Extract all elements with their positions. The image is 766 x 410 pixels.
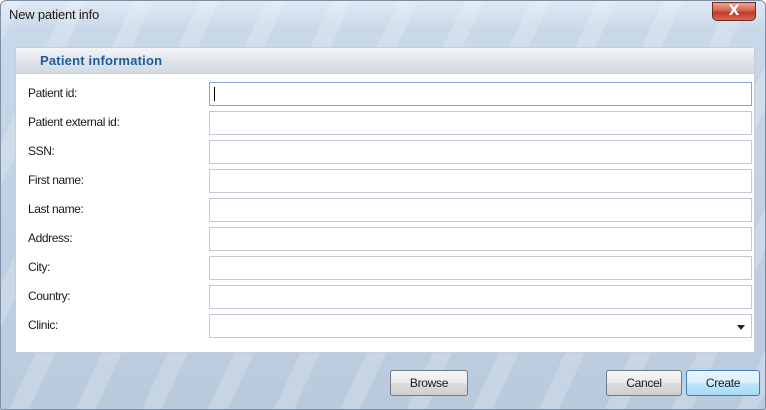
- last-name-input[interactable]: [209, 198, 752, 222]
- field-row-patient-id: Patient id:: [16, 79, 754, 108]
- field-row-last-name: Last name:: [16, 195, 754, 224]
- field-row-clinic: Clinic:: [16, 311, 754, 340]
- ssn-input[interactable]: [209, 140, 752, 164]
- city-input[interactable]: [209, 256, 752, 280]
- close-icon: X: [728, 3, 740, 19]
- patient-external-id-input[interactable]: [209, 111, 752, 135]
- close-button[interactable]: X: [712, 2, 756, 21]
- clinic-label: Clinic:: [28, 318, 58, 332]
- field-row-first-name: First name:: [16, 166, 754, 195]
- address-label: Address:: [28, 231, 73, 245]
- create-button[interactable]: Create: [686, 370, 760, 396]
- chevron-down-icon[interactable]: [737, 325, 745, 330]
- country-label: Country:: [28, 289, 71, 303]
- first-name-label: First name:: [28, 173, 84, 187]
- panel-header: Patient information: [16, 48, 754, 74]
- clinic-dropdown[interactable]: [209, 314, 752, 338]
- country-input[interactable]: [209, 285, 752, 309]
- first-name-input[interactable]: [209, 169, 752, 193]
- browse-button[interactable]: Browse: [390, 370, 468, 396]
- patient-external-id-label: Patient external id:: [28, 115, 120, 129]
- field-row-city: City:: [16, 253, 754, 282]
- patient-id-label: Patient id:: [28, 86, 77, 100]
- title-bar[interactable]: New patient info X: [1, 1, 765, 31]
- field-row-country: Country:: [16, 282, 754, 311]
- last-name-label: Last name:: [28, 202, 84, 216]
- panel-title: Patient information: [40, 53, 163, 68]
- field-row-ssn: SSN:: [16, 137, 754, 166]
- city-label: City:: [28, 260, 51, 274]
- text-caret: [214, 87, 215, 101]
- cancel-button[interactable]: Cancel: [606, 370, 682, 396]
- field-row-address: Address:: [16, 224, 754, 253]
- patient-id-input[interactable]: [209, 82, 752, 106]
- window-title: New patient info: [9, 7, 100, 22]
- address-input[interactable]: [209, 227, 752, 251]
- ssn-label: SSN:: [28, 144, 55, 158]
- field-row-patient-external-id: Patient external id:: [16, 108, 754, 137]
- patient-information-panel: Patient information Patient id: Patient …: [15, 47, 755, 353]
- new-patient-dialog: New patient info X Patient information P…: [0, 0, 766, 410]
